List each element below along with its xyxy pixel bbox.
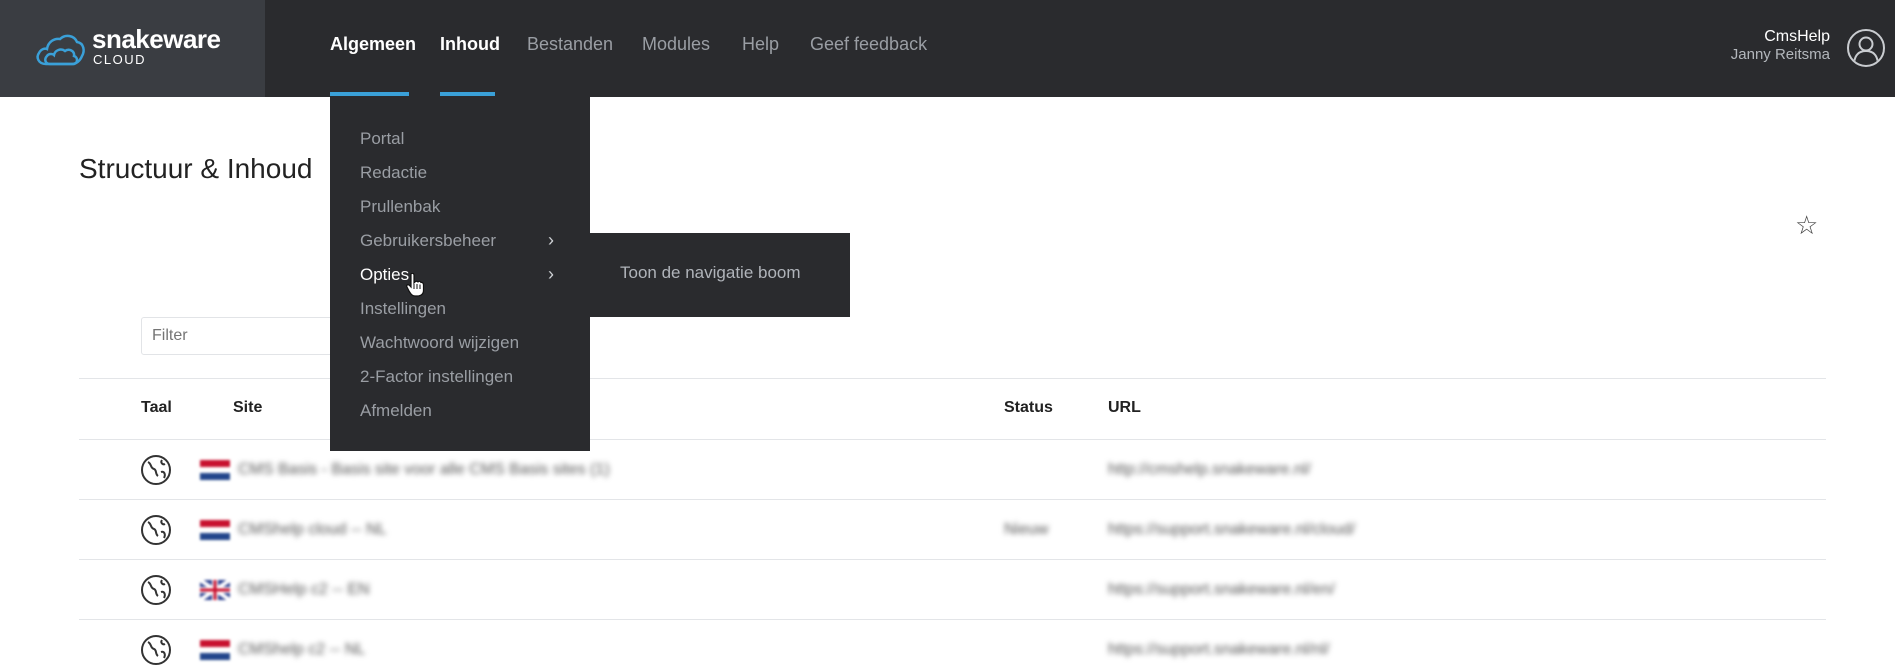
nav-algemeen-underline <box>330 92 409 96</box>
site-status: Nieuw <box>1004 521 1049 538</box>
menu-item-opties[interactable]: Opties <box>360 265 409 285</box>
site-url[interactable]: https://support.snakeware.nl/cloud/ <box>1108 521 1355 539</box>
site-name[interactable]: CMS Basis - Basis site voor alle CMS Bas… <box>238 461 610 479</box>
nav-algemeen[interactable]: Algemeen <box>330 34 416 55</box>
logo[interactable]: snakeware CLOUD <box>0 0 265 97</box>
row-divider <box>79 619 1826 620</box>
user-account-name[interactable]: CmsHelp <box>1764 28 1830 46</box>
column-header-taal[interactable]: Taal <box>141 399 172 417</box>
column-header-url[interactable]: URL <box>1108 399 1141 417</box>
nav-inhoud-underline <box>440 92 495 96</box>
site-url[interactable]: https://support.snakeware.nl/en/ <box>1108 581 1335 599</box>
brand-sub: CLOUD <box>93 52 147 67</box>
globe-icon <box>141 635 171 665</box>
menu-item-toon-navigatie-boom[interactable]: Toon de navigatie boom <box>620 263 801 283</box>
chevron-right-icon: › <box>548 230 554 250</box>
menu-item-portal[interactable]: Portal <box>360 129 404 149</box>
algemeen-dropdown-menu: Portal Redactie Prullenbak Gebruikersbeh… <box>330 97 590 451</box>
brand-name: snakeware <box>92 24 221 54</box>
column-header-site[interactable]: Site <box>233 399 262 417</box>
flag-nl-icon <box>200 460 230 480</box>
menu-item-2-factor-instellingen[interactable]: 2-Factor instellingen <box>360 367 513 387</box>
nav-geef-feedback[interactable]: Geef feedback <box>810 34 927 55</box>
menu-item-instellingen[interactable]: Instellingen <box>360 299 446 319</box>
user-full-name[interactable]: Janny Reitsma <box>1731 46 1830 63</box>
site-name[interactable]: CMSHelp c2 -- EN <box>238 581 370 599</box>
chevron-right-icon: › <box>548 264 554 284</box>
site-name[interactable]: CMShelp c2 -- NL <box>238 641 365 659</box>
globe-icon <box>141 575 171 605</box>
user-icon[interactable] <box>1847 29 1885 67</box>
flag-uk-icon <box>200 580 230 600</box>
site-name[interactable]: CMShelp cloud -- NL <box>238 521 387 539</box>
nav-bestanden[interactable]: Bestanden <box>527 34 613 55</box>
top-navigation-bar: snakeware CLOUD Algemeen Inhoud Bestande… <box>0 0 1895 97</box>
row-divider <box>79 499 1826 500</box>
globe-icon <box>141 455 171 485</box>
menu-item-afmelden[interactable]: Afmelden <box>360 401 432 421</box>
page-title: Structuur & Inhoud <box>79 153 313 184</box>
menu-item-prullenbak[interactable]: Prullenbak <box>360 197 440 217</box>
menu-item-gebruikersbeheer[interactable]: Gebruikersbeheer <box>360 231 496 251</box>
site-url[interactable]: https://support.snakeware.nl/nl/ <box>1108 641 1329 659</box>
hand-cursor-icon <box>406 273 424 297</box>
column-header-status[interactable]: Status <box>1004 399 1053 417</box>
site-url[interactable]: http://cmshelp.snakeware.nl/ <box>1108 461 1311 479</box>
row-divider <box>79 559 1826 560</box>
menu-item-redactie[interactable]: Redactie <box>360 163 427 183</box>
globe-icon <box>141 515 171 545</box>
nav-help[interactable]: Help <box>742 34 779 55</box>
menu-item-wachtwoord-wijzigen[interactable]: Wachtwoord wijzigen <box>360 333 519 353</box>
opties-submenu: Toon de navigatie boom <box>590 233 850 317</box>
star-icon[interactable]: ☆ <box>1795 210 1818 241</box>
flag-nl-icon <box>200 640 230 660</box>
nav-modules[interactable]: Modules <box>642 34 710 55</box>
nav-inhoud[interactable]: Inhoud <box>440 34 500 55</box>
flag-nl-icon <box>200 520 230 540</box>
cloud-logo-icon <box>36 34 85 66</box>
